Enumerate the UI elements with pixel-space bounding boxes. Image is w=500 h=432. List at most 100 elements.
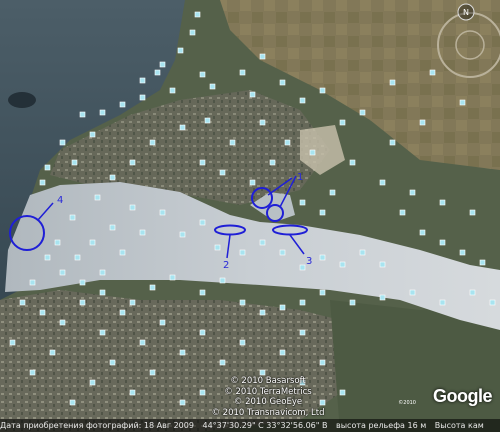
photo-pin-icon[interactable] xyxy=(79,279,86,286)
photo-pin-icon[interactable] xyxy=(149,139,156,146)
photo-pin-icon[interactable] xyxy=(259,309,266,316)
photo-pin-icon[interactable] xyxy=(159,209,166,216)
photo-pin-icon[interactable] xyxy=(159,319,166,326)
photo-pin-icon[interactable] xyxy=(439,199,446,206)
photo-pin-icon[interactable] xyxy=(319,254,326,261)
photo-pin-icon[interactable] xyxy=(119,101,126,108)
photo-pin-icon[interactable] xyxy=(469,209,476,216)
photo-pin-icon[interactable] xyxy=(479,259,486,266)
photo-pin-icon[interactable] xyxy=(139,229,146,236)
photo-pin-icon[interactable] xyxy=(319,209,326,216)
photo-pin-icon[interactable] xyxy=(109,359,116,366)
photo-pin-icon[interactable] xyxy=(429,69,436,76)
photo-pin-icon[interactable] xyxy=(9,339,16,346)
photo-pin-icon[interactable] xyxy=(44,254,51,261)
photo-pin-icon[interactable] xyxy=(299,199,306,206)
photo-pin-icon[interactable] xyxy=(269,159,276,166)
photo-pin-icon[interactable] xyxy=(389,79,396,86)
photo-pin-icon[interactable] xyxy=(319,289,326,296)
photo-pin-icon[interactable] xyxy=(299,299,306,306)
photo-pin-icon[interactable] xyxy=(199,71,206,78)
photo-pin-icon[interactable] xyxy=(389,139,396,146)
photo-pin-icon[interactable] xyxy=(459,99,466,106)
photo-pin-icon[interactable] xyxy=(69,399,76,406)
photo-pin-icon[interactable] xyxy=(349,159,356,166)
photo-pin-icon[interactable] xyxy=(439,299,446,306)
photo-pin-icon[interactable] xyxy=(39,179,46,186)
photo-pin-icon[interactable] xyxy=(29,279,36,286)
photo-pin-icon[interactable] xyxy=(279,304,286,311)
photo-pin-icon[interactable] xyxy=(129,389,136,396)
photo-pin-icon[interactable] xyxy=(299,329,306,336)
photo-pin-icon[interactable] xyxy=(319,87,326,94)
photo-pin-icon[interactable] xyxy=(439,239,446,246)
photo-pin-icon[interactable] xyxy=(279,349,286,356)
photo-pin-icon[interactable] xyxy=(99,109,106,116)
photo-pin-icon[interactable] xyxy=(109,174,116,181)
photo-pin-icon[interactable] xyxy=(54,239,61,246)
photo-pin-icon[interactable] xyxy=(129,204,136,211)
photo-pin-icon[interactable] xyxy=(129,159,136,166)
photo-pin-icon[interactable] xyxy=(409,289,416,296)
photo-pin-icon[interactable] xyxy=(219,169,226,176)
photo-pin-icon[interactable] xyxy=(199,289,206,296)
photo-pin-icon[interactable] xyxy=(279,79,286,86)
photo-pin-icon[interactable] xyxy=(409,189,416,196)
photo-pin-icon[interactable] xyxy=(204,117,211,124)
photo-pin-icon[interactable] xyxy=(279,249,286,256)
photo-pin-icon[interactable] xyxy=(419,119,426,126)
photo-pin-icon[interactable] xyxy=(319,359,326,366)
photo-pin-icon[interactable] xyxy=(359,249,366,256)
photo-pin-icon[interactable] xyxy=(219,359,226,366)
photo-pin-icon[interactable] xyxy=(199,219,206,226)
photo-pin-icon[interactable] xyxy=(239,249,246,256)
photo-pin-icon[interactable] xyxy=(259,239,266,246)
photo-pin-icon[interactable] xyxy=(99,289,106,296)
photo-pin-icon[interactable] xyxy=(249,179,256,186)
photo-pin-icon[interactable] xyxy=(49,349,56,356)
photo-pin-icon[interactable] xyxy=(74,254,81,261)
photo-pin-icon[interactable] xyxy=(199,329,206,336)
photo-pin-icon[interactable] xyxy=(169,87,176,94)
photo-pin-icon[interactable] xyxy=(69,214,76,221)
photo-pin-icon[interactable] xyxy=(29,369,36,376)
photo-pin-icon[interactable] xyxy=(119,309,126,316)
photo-pin-icon[interactable] xyxy=(239,69,246,76)
photo-pin-icon[interactable] xyxy=(189,29,196,36)
photo-pin-icon[interactable] xyxy=(179,124,186,131)
photo-pin-icon[interactable] xyxy=(19,299,26,306)
photo-pin-icon[interactable] xyxy=(284,139,291,146)
photo-pin-icon[interactable] xyxy=(139,77,146,84)
photo-pin-icon[interactable] xyxy=(89,379,96,386)
photo-pin-icon[interactable] xyxy=(89,131,96,138)
photo-pin-icon[interactable] xyxy=(159,61,166,68)
photo-pin-icon[interactable] xyxy=(79,299,86,306)
photo-pin-icon[interactable] xyxy=(169,274,176,281)
photo-pin-icon[interactable] xyxy=(99,329,106,336)
photo-pin-icon[interactable] xyxy=(239,339,246,346)
photo-pin-icon[interactable] xyxy=(339,261,346,268)
photo-pin-icon[interactable] xyxy=(329,189,336,196)
photo-pin-icon[interactable] xyxy=(44,164,51,171)
photo-pin-icon[interactable] xyxy=(459,249,466,256)
photo-pin-icon[interactable] xyxy=(259,369,266,376)
compass-icon[interactable]: N xyxy=(457,3,475,21)
photo-pin-icon[interactable] xyxy=(59,319,66,326)
photo-pin-icon[interactable] xyxy=(419,229,426,236)
photo-pin-icon[interactable] xyxy=(79,111,86,118)
photo-pin-icon[interactable] xyxy=(379,294,386,301)
photo-pin-icon[interactable] xyxy=(99,269,106,276)
photo-pin-icon[interactable] xyxy=(299,97,306,104)
photo-pin-icon[interactable] xyxy=(39,309,46,316)
photo-pin-icon[interactable] xyxy=(154,69,161,76)
photo-pin-icon[interactable] xyxy=(119,249,126,256)
photo-pin-icon[interactable] xyxy=(489,299,496,306)
photo-pin-icon[interactable] xyxy=(239,299,246,306)
photo-pin-icon[interactable] xyxy=(139,339,146,346)
photo-pin-icon[interactable] xyxy=(219,277,226,284)
photo-pin-icon[interactable] xyxy=(259,53,266,60)
photo-pin-icon[interactable] xyxy=(229,139,236,146)
satellite-imagery[interactable]: 1 2 3 4 N xyxy=(0,0,500,432)
photo-pin-icon[interactable] xyxy=(379,179,386,186)
photo-pin-icon[interactable] xyxy=(349,299,356,306)
